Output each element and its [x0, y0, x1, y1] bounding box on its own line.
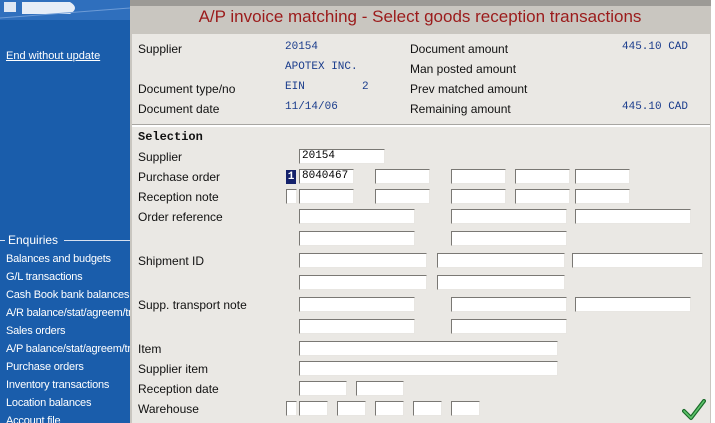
- shipment-id-input-3[interactable]: [572, 253, 703, 268]
- order-reference-label: Order reference: [138, 210, 223, 224]
- supp-transport-note-label: Supp. transport note: [138, 298, 247, 312]
- order-reference-input-2[interactable]: [451, 209, 567, 224]
- enquiry-cash-book-bank-balances[interactable]: Cash Book bank balances: [6, 288, 130, 306]
- sel-supplier-input[interactable]: 20154: [299, 149, 385, 164]
- enquiry-ap-balance[interactable]: A/P balance/stat/agreem/tran: [6, 342, 130, 360]
- reception-date-to-input[interactable]: [356, 381, 404, 396]
- window-edge: [711, 0, 715, 423]
- supplier-item-input[interactable]: [299, 361, 558, 376]
- enquiry-balances-and-budgets[interactable]: Balances and budgets: [6, 252, 130, 270]
- checkmark-icon[interactable]: [682, 399, 706, 421]
- remaining-amount: 445.10 CAD: [622, 101, 689, 113]
- warehouse-label: Warehouse: [138, 402, 199, 416]
- selection-panel: Selection Supplier 20154 Purchase order …: [132, 127, 710, 423]
- warehouse-input-5[interactable]: [451, 401, 480, 416]
- enquiry-inventory-transactions[interactable]: Inventory transactions: [6, 378, 130, 396]
- document-amount: 445.10 CAD: [622, 41, 689, 53]
- supplier-label: Supplier: [138, 42, 183, 56]
- purchase-order-line-field[interactable]: 1: [286, 170, 296, 184]
- supplier-item-label: Supplier item: [138, 362, 209, 376]
- top-strip: [130, 0, 715, 6]
- shipment-id-label: Shipment ID: [138, 254, 205, 268]
- order-reference-input-3[interactable]: [575, 209, 691, 224]
- document-number: 2: [362, 81, 369, 93]
- supp-transport-note-input-4[interactable]: [299, 319, 415, 334]
- purchase-order-label: Purchase order: [138, 170, 221, 184]
- shipment-id-input-1[interactable]: [299, 253, 427, 268]
- supp-transport-note-input-5[interactable]: [451, 319, 567, 334]
- reception-note-input-1[interactable]: [299, 189, 354, 204]
- warehouse-input-3[interactable]: [375, 401, 404, 416]
- enquiries-header: Enquiries: [0, 232, 130, 248]
- warehouse-input-1[interactable]: [299, 401, 328, 416]
- prev-matched-amount-label: Prev matched amount: [410, 82, 528, 96]
- item-label: Item: [138, 342, 162, 356]
- supplier-name: APOTEX INC.: [285, 61, 358, 73]
- enquiry-account-file[interactable]: Account file: [6, 414, 130, 423]
- document-date: 11/14/06: [285, 101, 338, 113]
- enquiry-purchase-orders[interactable]: Purchase orders: [6, 360, 130, 378]
- order-reference-input-1[interactable]: [299, 209, 415, 224]
- enquiries-title: Enquiries: [8, 233, 59, 247]
- supplier-number: 20154: [285, 41, 319, 53]
- remaining-amount-label: Remaining amount: [410, 102, 511, 116]
- shipment-id-input-2[interactable]: [437, 253, 565, 268]
- reception-date-from-input[interactable]: [299, 381, 347, 396]
- reception-note-input-5[interactable]: [575, 189, 630, 204]
- document-type-label: Document type/no: [138, 82, 236, 96]
- purchase-order-input-5[interactable]: [575, 169, 630, 184]
- enquiry-location-balances[interactable]: Location balances: [6, 396, 130, 414]
- page-title: A/P invoice matching - Select goods rece…: [198, 7, 642, 26]
- purchase-order-input-4[interactable]: [515, 169, 570, 184]
- selection-title: Selection: [138, 130, 203, 144]
- enquiry-ar-balance[interactable]: A/R balance/stat/agreem/tran: [6, 306, 130, 324]
- purchase-order-input-3[interactable]: [451, 169, 506, 184]
- man-posted-amount-label: Man posted amount: [410, 62, 517, 76]
- document-date-label: Document date: [138, 102, 220, 116]
- supp-transport-note-input-3[interactable]: [575, 297, 691, 312]
- supp-transport-note-input-2[interactable]: [451, 297, 567, 312]
- main-panel: A/P invoice matching - Select goods rece…: [130, 0, 715, 423]
- shipment-id-input-4[interactable]: [299, 275, 427, 290]
- sel-supplier-label: Supplier: [138, 150, 183, 164]
- enquiry-sales-orders[interactable]: Sales orders: [6, 324, 130, 342]
- shipment-id-input-5[interactable]: [437, 275, 565, 290]
- reception-note-input-4[interactable]: [515, 189, 570, 204]
- document-type: EIN: [285, 81, 305, 93]
- warehouse-input-2[interactable]: [337, 401, 366, 416]
- reception-date-label: Reception date: [138, 382, 219, 396]
- document-amount-label: Document amount: [410, 42, 509, 56]
- purchase-order-input-2[interactable]: [375, 169, 430, 184]
- enquiry-gl-transactions[interactable]: G/L transactions: [6, 270, 130, 288]
- reception-note-input-2[interactable]: [375, 189, 430, 204]
- sidebar: End without update Enquiries Balances an…: [0, 0, 130, 423]
- warehouse-line-field[interactable]: [286, 401, 297, 416]
- reception-note-label: Reception note: [138, 190, 219, 204]
- end-without-update-link[interactable]: End without update: [6, 50, 100, 62]
- enquiries-list: Balances and budgets G/L transactions Ca…: [6, 252, 130, 423]
- item-input[interactable]: [299, 341, 558, 356]
- order-reference-input-5[interactable]: [451, 231, 567, 246]
- warehouse-input-4[interactable]: [413, 401, 442, 416]
- company-logo: [0, 0, 130, 20]
- purchase-order-input-1[interactable]: 8040467: [299, 169, 354, 184]
- reception-note-input-3[interactable]: [451, 189, 506, 204]
- supp-transport-note-input-1[interactable]: [299, 297, 415, 312]
- order-reference-input-4[interactable]: [299, 231, 415, 246]
- reception-note-line-field[interactable]: [286, 189, 297, 204]
- document-header: Supplier 20154 APOTEX INC. Document type…: [132, 34, 710, 124]
